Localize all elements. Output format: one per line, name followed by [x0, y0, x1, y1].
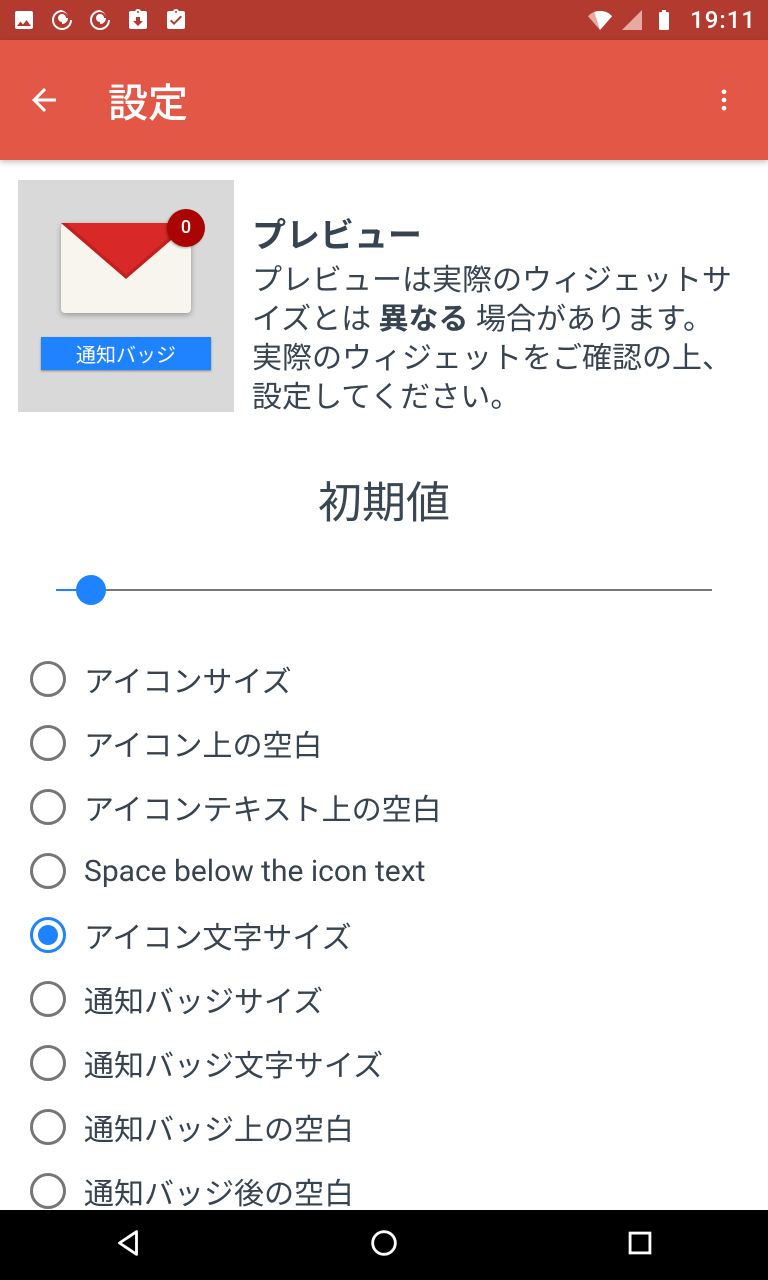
- radio-option-2[interactable]: アイコンテキスト上の空白: [0, 775, 768, 839]
- radio-label: 通知バッジサイズ: [84, 977, 323, 1021]
- status-left: [12, 8, 188, 32]
- nav-recent-button[interactable]: [623, 1226, 657, 1264]
- radio-indicator[interactable]: [30, 1109, 66, 1145]
- radio-label: アイコン文字サイズ: [84, 913, 352, 957]
- triangle-left-icon: [111, 1226, 145, 1260]
- preview-desc-bold: 異なる: [379, 302, 469, 337]
- preview-row: 0 通知バッジ プレビュー プレビューは実際のウィジェットサイズとは 異なる 場…: [0, 160, 768, 417]
- radio-indicator[interactable]: [30, 725, 66, 761]
- square-icon: [623, 1226, 657, 1260]
- status-clock: 19:11: [690, 6, 756, 34]
- status-right: 19:11: [588, 6, 756, 34]
- radio-label: アイコン上の空白: [84, 721, 323, 765]
- image-icon: [12, 8, 36, 32]
- overflow-menu-button[interactable]: [704, 80, 744, 120]
- mail-icon: 0: [61, 223, 191, 313]
- badge-count: 0: [167, 209, 205, 247]
- radio-indicator[interactable]: [30, 1173, 66, 1209]
- radio-label: アイコンテキスト上の空白: [84, 785, 442, 829]
- radio-option-8[interactable]: 通知バッジ後の空白: [0, 1159, 768, 1210]
- wifi-icon: [588, 8, 612, 32]
- clipboard-down-icon: [126, 8, 150, 32]
- radio-label: 通知バッジ後の空白: [84, 1169, 354, 1210]
- preview-description: プレビューは実際のウィジェットサイズとは 異なる 場合があります。 実際のウィジ…: [252, 261, 750, 417]
- radio-indicator[interactable]: [30, 917, 66, 953]
- radio-label: 通知バッジ文字サイズ: [84, 1041, 383, 1085]
- radio-indicator[interactable]: [30, 789, 66, 825]
- appbar-title: 設定: [108, 71, 188, 129]
- radio-option-7[interactable]: 通知バッジ上の空白: [0, 1095, 768, 1159]
- spiral-icon: [88, 8, 112, 32]
- battery-icon: [652, 8, 676, 32]
- slider-thumb[interactable]: [76, 575, 106, 605]
- preview-strip-label: 通知バッジ: [41, 337, 211, 370]
- more-vert-icon: [710, 86, 738, 114]
- radio-option-0[interactable]: アイコンサイズ: [0, 647, 768, 711]
- preview-title: プレビュー: [252, 208, 750, 257]
- radio-indicator[interactable]: [30, 981, 66, 1017]
- radio-option-5[interactable]: 通知バッジサイズ: [0, 967, 768, 1031]
- radio-option-4[interactable]: アイコン文字サイズ: [0, 903, 768, 967]
- radio-list: アイコンサイズアイコン上の空白アイコンテキスト上の空白 Space below t…: [0, 647, 768, 1210]
- radio-option-6[interactable]: 通知バッジ文字サイズ: [0, 1031, 768, 1095]
- radio-option-3[interactable]: Space below the icon text: [0, 839, 768, 903]
- radio-indicator[interactable]: [30, 661, 66, 697]
- clipboard-check-icon: [164, 8, 188, 32]
- section-header: 初期値: [0, 467, 768, 531]
- preview-widget: 0 通知バッジ: [18, 180, 234, 412]
- status-bar: 19:11: [0, 0, 768, 40]
- arrow-left-icon: [26, 82, 62, 118]
- nav-back-button[interactable]: [111, 1226, 145, 1264]
- back-button[interactable]: [24, 80, 64, 120]
- nav-home-button[interactable]: [367, 1226, 401, 1264]
- radio-label: 通知バッジ上の空白: [84, 1105, 354, 1149]
- circle-icon: [367, 1226, 401, 1260]
- navigation-bar: [0, 1210, 768, 1280]
- slider-track: [56, 589, 712, 591]
- slider[interactable]: [0, 573, 768, 613]
- content: 0 通知バッジ プレビュー プレビューは実際のウィジェットサイズとは 異なる 場…: [0, 160, 768, 1210]
- spiral-icon: [50, 8, 74, 32]
- radio-label: Space below the icon text: [84, 854, 425, 889]
- cell-signal-icon: [620, 8, 644, 32]
- radio-indicator[interactable]: [30, 1045, 66, 1081]
- radio-indicator[interactable]: [30, 853, 66, 889]
- radio-label: アイコンサイズ: [84, 657, 292, 701]
- radio-option-1[interactable]: アイコン上の空白: [0, 711, 768, 775]
- app-bar: 設定: [0, 40, 768, 160]
- preview-text: プレビュー プレビューは実際のウィジェットサイズとは 異なる 場合があります。 …: [252, 180, 750, 417]
